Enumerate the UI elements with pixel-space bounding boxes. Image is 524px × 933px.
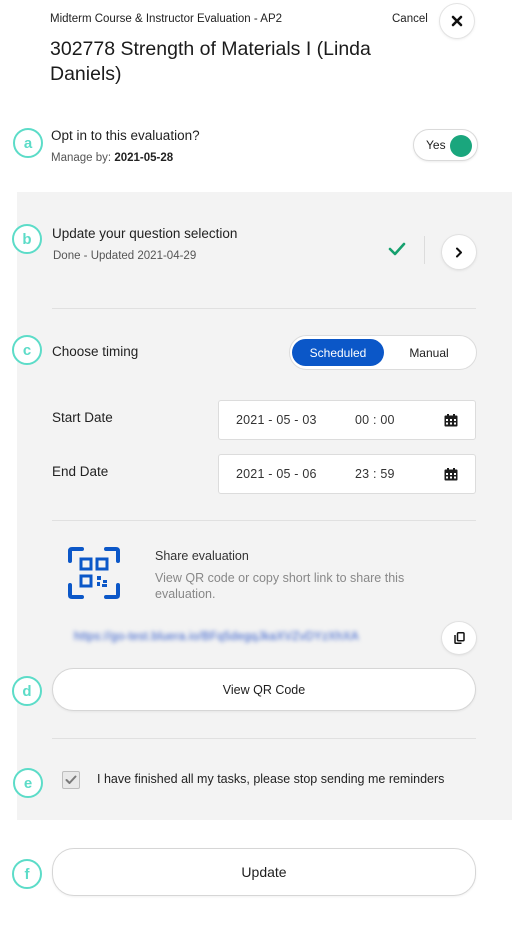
manage-by: Manage by: 2021-05-28 — [51, 152, 173, 164]
start-date-field[interactable]: 2021 - 05 - 03 00 : 00 — [218, 400, 476, 440]
marker-f: f — [12, 859, 42, 889]
marker-c: c — [12, 335, 42, 365]
copy-link-button[interactable] — [442, 622, 476, 654]
timing-option-scheduled[interactable]: Scheduled — [292, 339, 384, 366]
stop-reminders-checkbox[interactable] — [62, 771, 80, 789]
divider — [52, 520, 476, 521]
choose-timing-label: Choose timing — [52, 344, 139, 359]
short-link[interactable]: https://go-test.bluera.io/BFq5degqJkaXVZ… — [74, 631, 359, 643]
question-selection-status: Done - Updated 2021-04-29 — [53, 250, 197, 262]
settings-panel — [17, 192, 512, 820]
marker-b: b — [12, 224, 42, 254]
opt-in-label: Opt in to this evaluation? — [51, 128, 200, 143]
start-date-label: Start Date — [52, 410, 113, 425]
copy-icon — [453, 632, 465, 644]
timing-segmented-control: Scheduled Manual — [289, 335, 477, 370]
update-button[interactable]: Update — [52, 848, 476, 896]
toggle-knob — [450, 135, 472, 157]
close-icon — [451, 15, 463, 27]
opt-in-toggle[interactable]: Yes — [413, 129, 478, 161]
qr-code-icon — [68, 547, 120, 604]
check-icon — [388, 242, 406, 261]
end-time-value: 23 : 59 — [355, 467, 395, 481]
calendar-icon[interactable] — [444, 414, 458, 432]
end-date-value: 2021 - 05 - 06 — [236, 467, 317, 481]
chevron-right-icon — [456, 247, 462, 257]
check-icon — [65, 775, 77, 784]
course-title: 302778 Strength of Materials I (Linda Da… — [50, 38, 371, 85]
close-button[interactable] — [440, 4, 474, 38]
divider — [424, 236, 425, 264]
manage-by-label: Manage by: — [51, 152, 112, 164]
start-date-value: 2021 - 05 - 03 — [236, 413, 317, 427]
toggle-label: Yes — [426, 138, 446, 152]
share-evaluation-title: Share evaluation — [155, 549, 249, 563]
marker-a: a — [13, 128, 43, 158]
divider — [52, 738, 476, 739]
evaluation-subtitle: Midterm Course & Instructor Evaluation -… — [50, 13, 283, 25]
view-qr-code-button[interactable]: View QR Code — [52, 668, 476, 711]
marker-e: e — [13, 768, 43, 798]
calendar-icon[interactable] — [444, 468, 458, 486]
cancel-label[interactable]: Cancel — [392, 13, 428, 25]
timing-option-manual[interactable]: Manual — [384, 339, 474, 366]
stop-reminders-label: I have finished all my tasks, please sto… — [97, 772, 445, 786]
end-date-field[interactable]: 2021 - 05 - 06 23 : 59 — [218, 454, 476, 494]
marker-d: d — [12, 676, 42, 706]
divider — [52, 308, 476, 309]
manage-by-date: 2021-05-28 — [114, 152, 174, 164]
start-time-value: 00 : 00 — [355, 413, 395, 427]
share-evaluation-description: View QR code or copy short link to share… — [155, 571, 405, 601]
question-selection-title: Update your question selection — [52, 226, 238, 241]
end-date-label: End Date — [52, 464, 109, 479]
question-selection-button[interactable] — [442, 235, 476, 269]
